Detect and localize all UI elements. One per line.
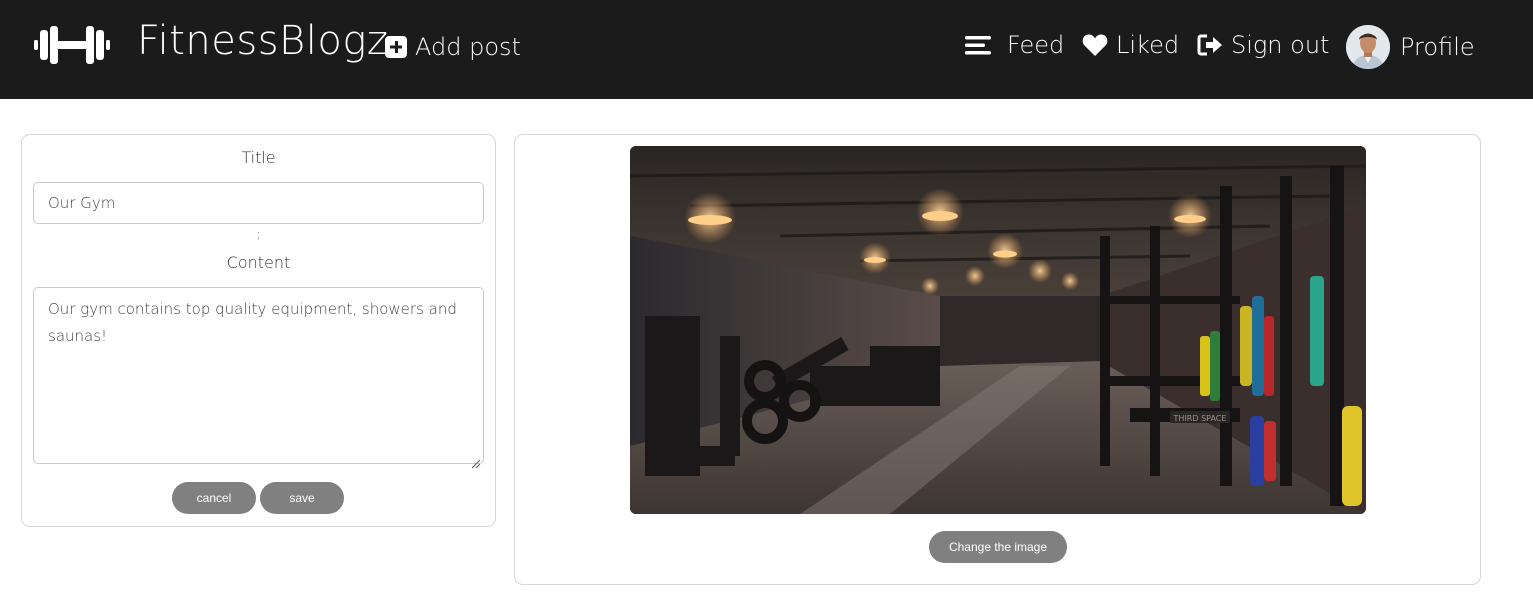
profile-label: Profile bbox=[1400, 33, 1475, 61]
sign-out-label: Sign out bbox=[1231, 31, 1330, 59]
content-textarea[interactable]: Our gym contains top quality equipment, … bbox=[33, 287, 484, 469]
separator-text: ; bbox=[256, 227, 261, 241]
sign-out-link[interactable]: Sign out bbox=[1197, 31, 1329, 59]
title-input[interactable]: Our Gym bbox=[33, 182, 484, 224]
image-card: THIRD SPACE Change the image bbox=[514, 134, 1481, 585]
cancel-button[interactable]: cancel bbox=[172, 482, 256, 514]
plus-square-icon bbox=[385, 36, 407, 58]
feed-link[interactable]: Feed bbox=[965, 31, 1064, 59]
save-button[interactable]: save bbox=[260, 482, 344, 514]
avatar bbox=[1346, 25, 1390, 69]
dumbbell-icon[interactable] bbox=[34, 24, 110, 66]
post-form-card: Title Our Gym ; Content Our gym contains… bbox=[21, 134, 496, 527]
change-image-button[interactable]: Change the image bbox=[929, 531, 1067, 563]
top-navbar: FitnessBlogz Add post Feed Liked Sign ou… bbox=[0, 0, 1533, 99]
feed-label: Feed bbox=[1007, 31, 1065, 59]
resize-handle-icon[interactable] bbox=[471, 451, 481, 469]
liked-link[interactable]: Liked bbox=[1082, 31, 1179, 59]
add-post-label: Add post bbox=[415, 33, 521, 61]
title-input-value: Our Gym bbox=[48, 194, 116, 212]
content-label: Content bbox=[226, 253, 291, 272]
brand-title[interactable]: FitnessBlogz bbox=[137, 18, 388, 64]
heart-icon bbox=[1082, 33, 1108, 57]
gym-photo: THIRD SPACE bbox=[630, 146, 1366, 514]
profile-link[interactable]: Profile bbox=[1346, 25, 1475, 69]
menu-lines-icon bbox=[965, 34, 991, 56]
content-textarea-value: Our gym contains top quality equipment, … bbox=[48, 300, 457, 345]
svg-text:THIRD SPACE: THIRD SPACE bbox=[1173, 414, 1227, 423]
liked-label: Liked bbox=[1116, 31, 1180, 59]
sign-out-icon bbox=[1197, 33, 1223, 57]
add-post-link[interactable]: Add post bbox=[385, 33, 521, 61]
title-label: Title bbox=[241, 148, 276, 167]
